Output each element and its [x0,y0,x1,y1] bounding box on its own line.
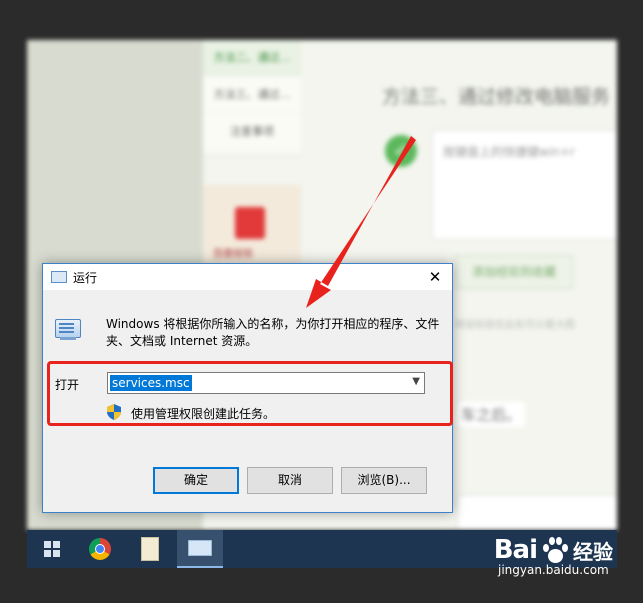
watermark-brand-cn: 经验 [573,539,613,564]
annotation-arrow [306,136,416,308]
baidu-paw-icon [541,536,569,564]
baidu-watermark: Bai 经验 jingyan.baidu.com [494,535,613,577]
annotation-arrow-shape [306,136,416,308]
watermark-url: jingyan.baidu.com [497,563,609,577]
watermark-brand: Bai [493,535,538,565]
